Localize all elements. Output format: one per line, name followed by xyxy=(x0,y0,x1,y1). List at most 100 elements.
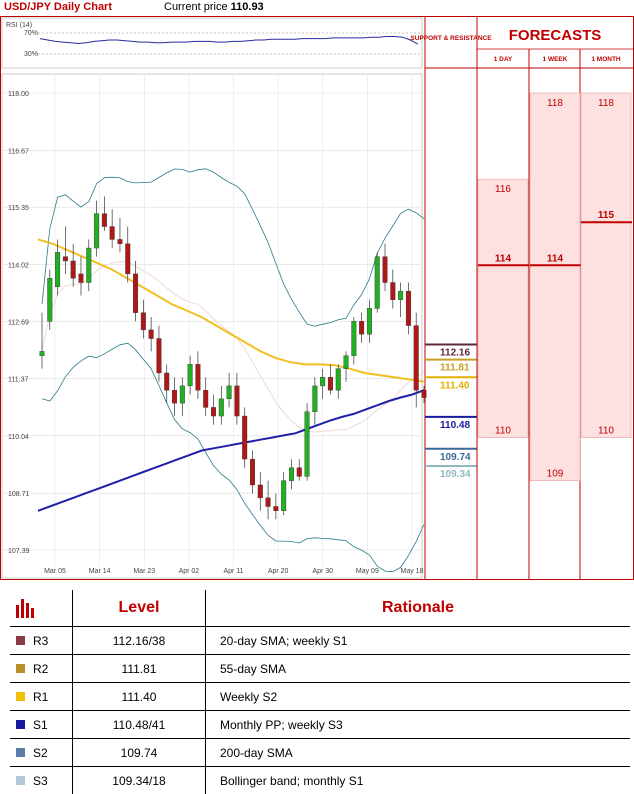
x-tick-label: May 09 xyxy=(356,568,379,575)
forecast-high-value: 118 xyxy=(598,98,614,109)
level-code: S1 xyxy=(33,718,48,732)
forecast-boxes: 116114110118114109118115110 xyxy=(478,93,632,481)
level-value: 109.34/18 xyxy=(73,767,206,794)
candle-body xyxy=(149,330,154,339)
level-code: S3 xyxy=(33,774,48,788)
bar-chart-icon-cell xyxy=(10,590,73,627)
price-frame xyxy=(2,74,422,578)
candle-body xyxy=(305,412,310,477)
candle-body xyxy=(172,390,177,403)
candle-body xyxy=(79,274,84,283)
rsi-label: RSI (14) xyxy=(6,22,32,29)
x-tick-label: Apr 11 xyxy=(223,568,243,575)
candle-body xyxy=(125,244,130,274)
forecast-mid-value: 114 xyxy=(495,253,512,264)
forecast-range-box xyxy=(581,93,631,438)
candle-body xyxy=(391,283,396,300)
y-tick-label: 112.69 xyxy=(8,320,29,327)
level-value: 111.40 xyxy=(73,683,206,711)
level-value: 109.74 xyxy=(73,739,206,767)
level-code-cell: R3 xyxy=(10,627,73,655)
forecast-low-value: 109 xyxy=(547,469,564,480)
rationale-header: Rationale xyxy=(206,590,631,627)
forecast-low-value: 110 xyxy=(598,426,614,437)
table-row: R3 112.16/3820-day SMA; weekly S1 xyxy=(10,627,630,655)
candle-body xyxy=(157,339,162,373)
x-tick-label: Mar 14 xyxy=(89,568,111,575)
col-1-month: 1 MONTH xyxy=(591,56,621,63)
level-code-cell: S1 xyxy=(10,711,73,739)
candle-body xyxy=(48,278,53,321)
levels-table: Level Rationale R3112.16/3820-day SMA; w… xyxy=(10,590,630,794)
candle-body xyxy=(375,257,380,309)
chart-title: USD/JPY Daily Chart xyxy=(4,1,112,13)
candle-body xyxy=(242,416,247,459)
x-tick-label: May 18 xyxy=(401,568,424,575)
forecasts-heading: FORECASTS xyxy=(509,27,602,44)
title-bar: USD/JPY Daily Chart Current price 110.93 xyxy=(0,0,634,16)
y-tick-label: 118.00 xyxy=(8,91,29,98)
y-tick-label: 111.37 xyxy=(8,377,28,384)
level-code: R3 xyxy=(33,634,48,648)
candle-body xyxy=(203,390,208,407)
table-row: R1 111.40Weekly S2 xyxy=(10,683,630,711)
candle-body xyxy=(398,291,403,300)
level-color-swatch xyxy=(16,748,25,757)
level-rationale: 200-day SMA xyxy=(206,739,631,767)
y-tick-label: 108.71 xyxy=(8,491,30,498)
candle-body xyxy=(313,386,318,412)
x-tick-label: Apr 20 xyxy=(268,568,289,575)
level-value: 110.48/41 xyxy=(73,711,206,739)
current-price-label: Current price xyxy=(164,1,228,13)
rsi-panel: RSI (14) 70% 30% xyxy=(2,18,422,68)
col-1-week: 1 WEEK xyxy=(543,56,568,63)
candle-body xyxy=(258,485,263,498)
candle-body xyxy=(55,252,60,286)
candle-body xyxy=(383,257,388,283)
forecast-mid-value: 115 xyxy=(598,210,615,221)
chart-svg: RSI (14) 70% 30% 118.00116.67115.35114.0… xyxy=(0,16,634,580)
level-rationale: 20-day SMA; weekly S1 xyxy=(206,627,631,655)
level-value: 112.16/38 xyxy=(73,627,206,655)
candle-body xyxy=(219,399,224,416)
level-code-cell: R1 xyxy=(10,683,73,711)
level-value: 111.81 xyxy=(73,655,206,683)
level-label: 109.74 xyxy=(440,452,471,463)
candle-body xyxy=(274,506,279,510)
current-price: Current price 110.93 xyxy=(164,1,264,13)
forecast-high-value: 118 xyxy=(547,98,563,109)
candle-body xyxy=(40,351,45,355)
candle-body xyxy=(367,308,372,334)
current-price-value: 110.93 xyxy=(231,1,264,13)
y-tick-label: 107.39 xyxy=(8,548,30,555)
forecast-high-value: 116 xyxy=(495,184,511,195)
candle-body xyxy=(118,239,123,243)
candle-body xyxy=(133,274,138,313)
candle-body xyxy=(164,373,169,390)
candle-body xyxy=(141,313,146,330)
rsi-frame xyxy=(2,18,422,68)
table-row: R2111.8155-day SMA xyxy=(10,655,630,683)
candle-body xyxy=(110,227,115,240)
level-code: R2 xyxy=(33,662,48,676)
level-label: 109.34 xyxy=(440,469,471,480)
candle-body xyxy=(336,369,341,391)
forecast-low-value: 110 xyxy=(495,426,511,437)
candle-body xyxy=(250,459,255,485)
x-tick-label: Apr 30 xyxy=(312,568,333,575)
col-1-day: 1 DAY xyxy=(494,56,513,63)
bar-chart-icon xyxy=(10,593,36,619)
x-tick-label: Mar 05 xyxy=(44,568,66,575)
level-code: R1 xyxy=(33,690,48,704)
level-label: 111.40 xyxy=(440,380,470,391)
candle-body xyxy=(266,498,271,507)
candle-body xyxy=(289,468,294,481)
level-color-swatch xyxy=(16,720,25,729)
candle-body xyxy=(71,261,76,278)
candle-body xyxy=(320,377,325,386)
level-color-swatch xyxy=(16,776,25,785)
candle-body xyxy=(196,364,201,390)
rsi-level-30: 30% xyxy=(24,51,38,58)
candle-body xyxy=(235,386,240,416)
level-rationale: Weekly S2 xyxy=(206,683,631,711)
